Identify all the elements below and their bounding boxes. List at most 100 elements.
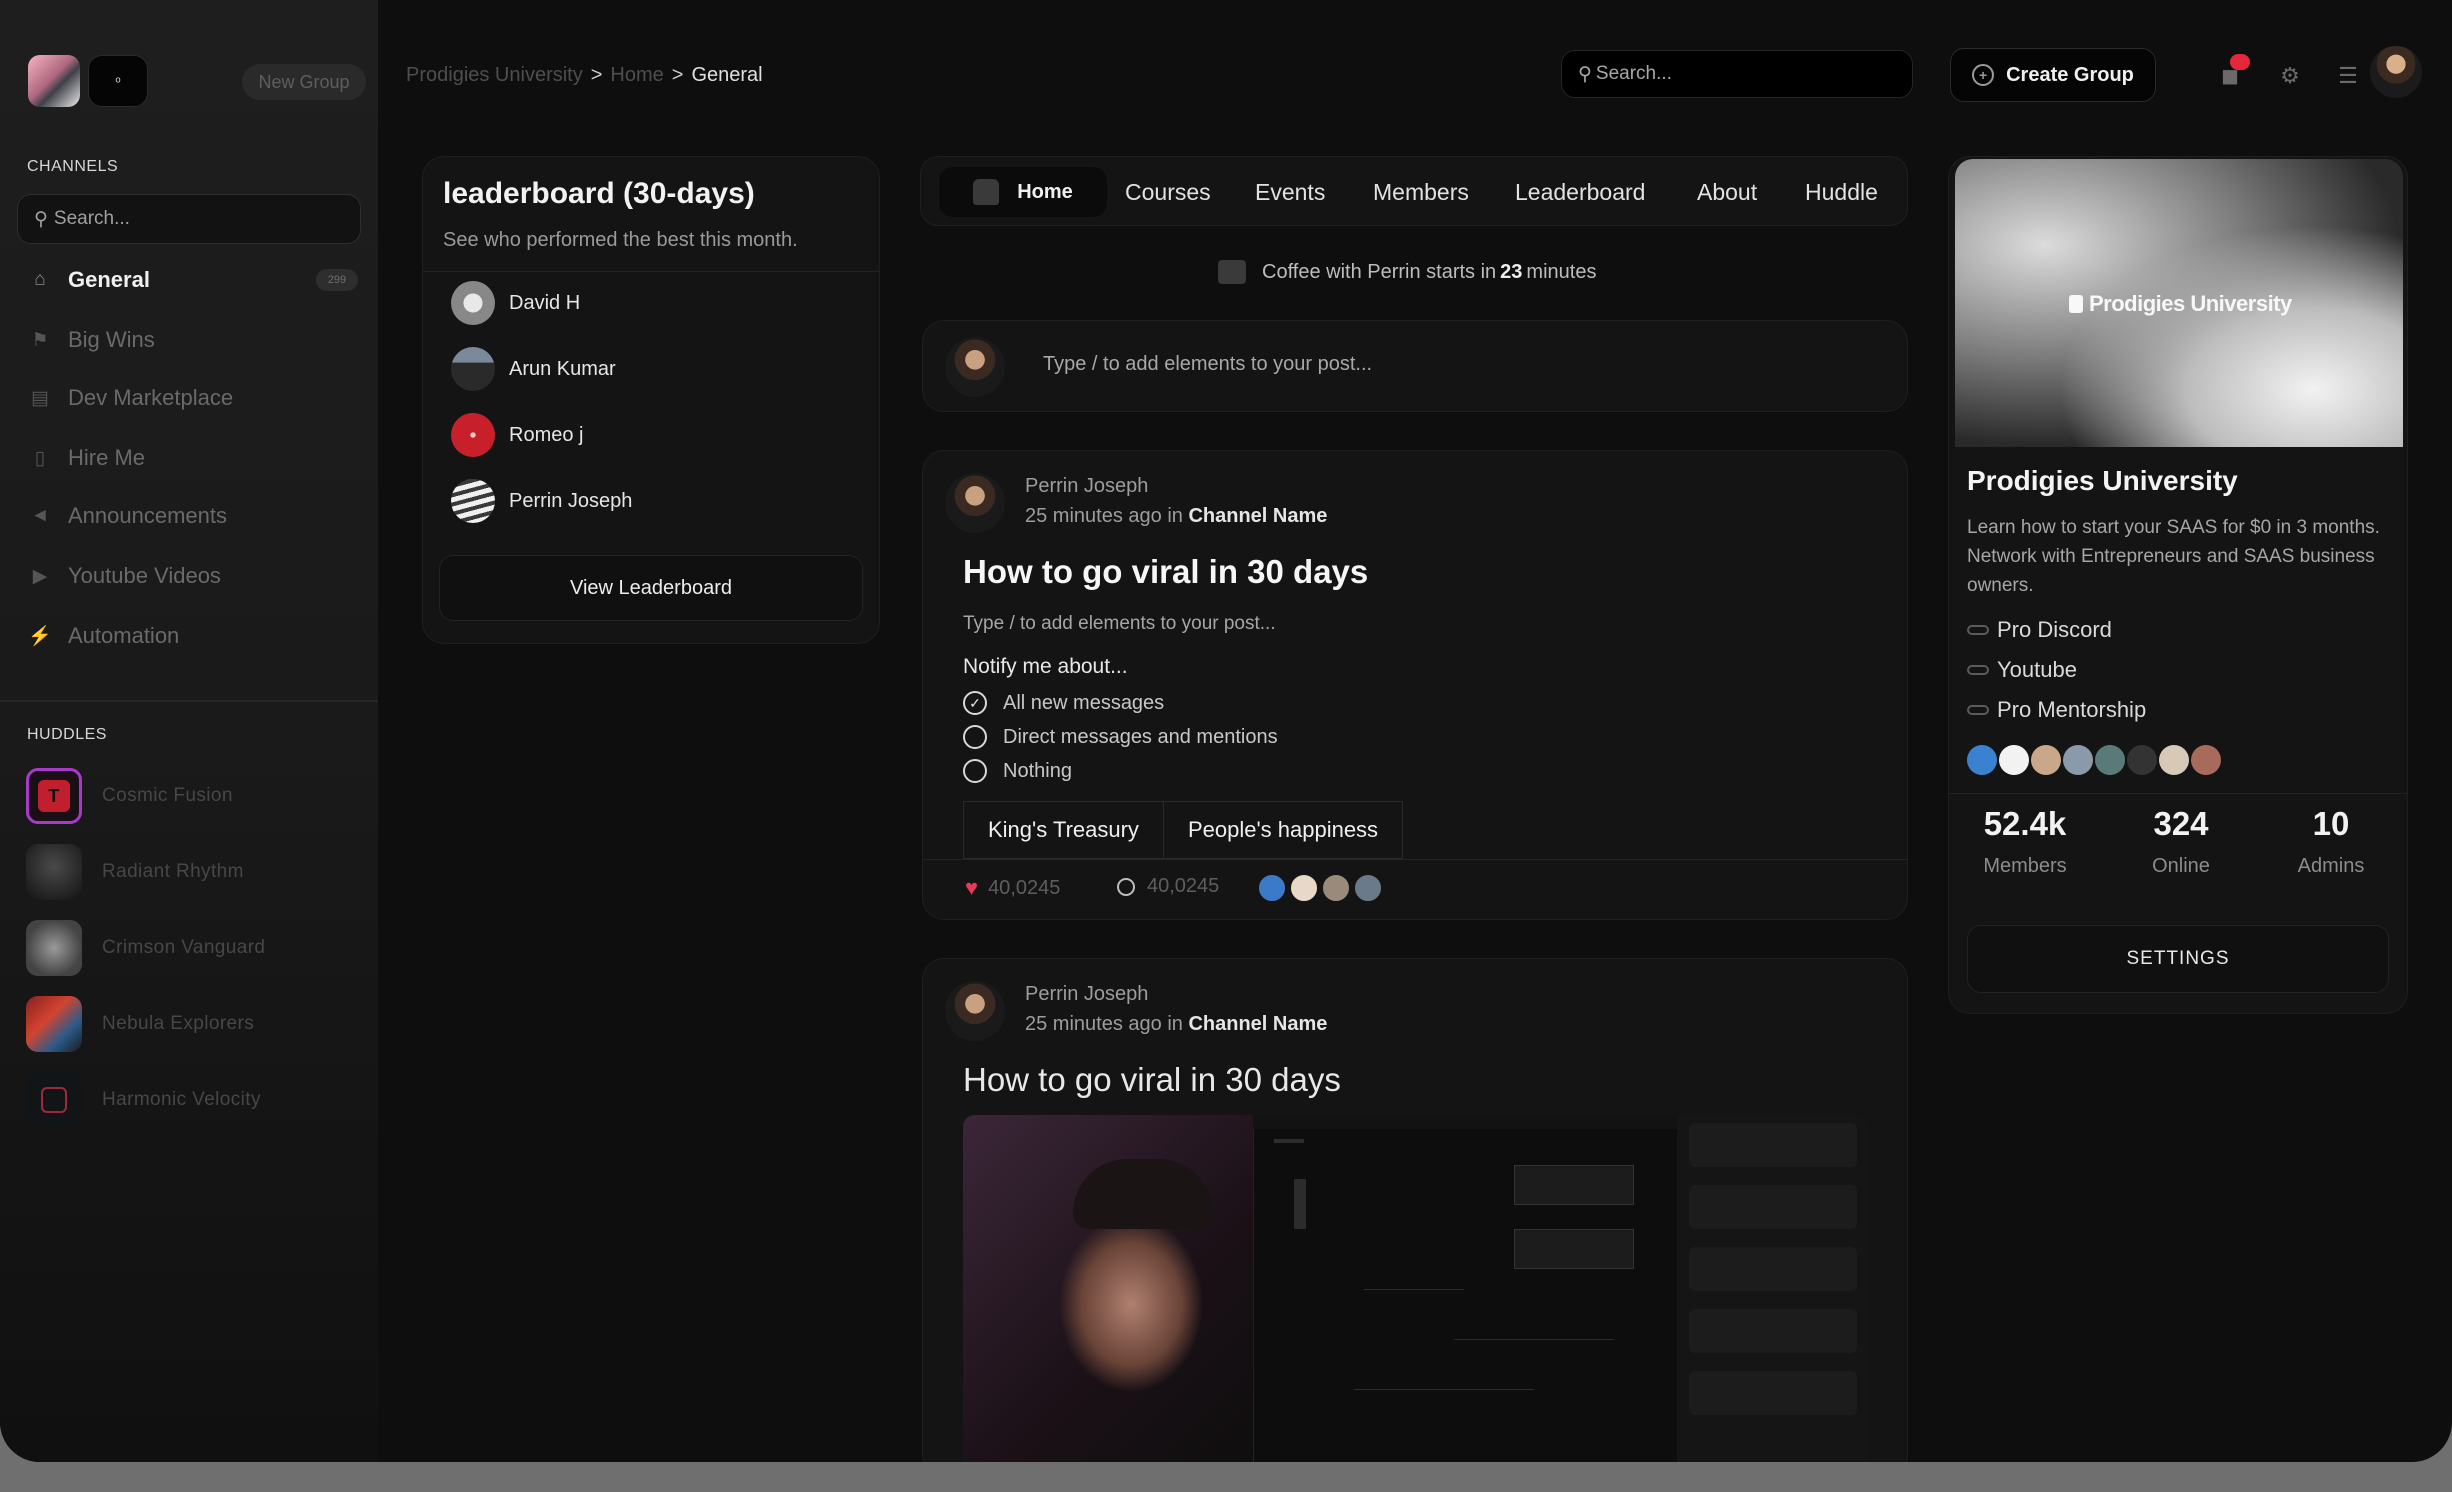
huddle-item-nebula-explorers[interactable]: Nebula Explorers bbox=[26, 994, 366, 1054]
unread-badge: 299 bbox=[316, 269, 358, 291]
huddle-item-cosmic-fusion[interactable]: T Cosmic Fusion bbox=[26, 766, 366, 826]
stat-admins: 10 Admins bbox=[2261, 805, 2401, 878]
notify-option-nothing[interactable]: Nothing bbox=[963, 759, 1072, 783]
post-card: Perrin Joseph 25 minutes ago in Channel … bbox=[922, 450, 1908, 920]
chat-icon[interactable]: ☰ bbox=[2332, 60, 2364, 92]
sidebar-item-hire-me[interactable]: ▯ Hire Me bbox=[26, 436, 366, 480]
sidebar-search[interactable]: ⚲ bbox=[17, 194, 361, 244]
tab-leaderboard[interactable]: Leaderboard bbox=[1515, 157, 1645, 227]
post-time: 25 minutes ago in bbox=[1025, 1013, 1183, 1035]
leaderboard-entry[interactable]: David H bbox=[451, 281, 580, 325]
avatar bbox=[1257, 873, 1287, 903]
leaderboard-entry[interactable]: Arun Kumar bbox=[451, 347, 616, 391]
sidebar-item-big-wins[interactable]: ⚑ Big Wins bbox=[26, 318, 366, 362]
leaderboard-card: leaderboard (30-days) See who performed … bbox=[422, 156, 880, 644]
reactor-avatars[interactable] bbox=[1257, 873, 1417, 903]
post-title[interactable]: How to go viral in 30 days bbox=[963, 1061, 1341, 1099]
huddle-label: Nebula Explorers bbox=[102, 1013, 255, 1034]
sidebar-item-automation[interactable]: ⚡ Automation bbox=[26, 614, 366, 658]
sidebar-search-input[interactable] bbox=[53, 208, 314, 230]
huddle-label: Radiant Rhythm bbox=[102, 861, 244, 882]
post-channel[interactable]: Channel Name bbox=[1188, 505, 1327, 527]
notify-option-all[interactable]: ✓ All new messages bbox=[963, 691, 1164, 715]
avatar bbox=[451, 413, 495, 457]
avatar[interactable] bbox=[945, 473, 1005, 533]
avatar bbox=[2063, 745, 2093, 775]
post-composer[interactable]: Type / to add elements to your post... bbox=[922, 320, 1908, 412]
group-logo[interactable] bbox=[28, 55, 80, 107]
avatar bbox=[1999, 745, 2029, 775]
post-channel[interactable]: Channel Name bbox=[1188, 1013, 1327, 1035]
avatar bbox=[1289, 873, 1319, 903]
post-author[interactable]: Perrin Joseph bbox=[1025, 475, 1148, 498]
tab-courses[interactable]: Courses bbox=[1125, 157, 1211, 227]
sidebar-item-general[interactable]: ⌂ General 299 bbox=[26, 258, 366, 302]
tab-home[interactable]: Home bbox=[939, 167, 1107, 217]
member-avatars[interactable] bbox=[1967, 745, 2223, 775]
composer-placeholder[interactable]: Type / to add elements to your post... bbox=[1043, 353, 1372, 376]
post-title[interactable]: How to go viral in 30 days bbox=[963, 553, 1368, 591]
leaderboard-entry[interactable]: Perrin Joseph bbox=[451, 479, 632, 523]
stat-value: 52.4k bbox=[1983, 805, 2067, 842]
search-icon: ⚲ bbox=[1578, 63, 1592, 85]
breadcrumb-item[interactable]: Prodigies University bbox=[406, 64, 583, 86]
huddle-item-radiant-rhythm[interactable]: Radiant Rhythm bbox=[26, 842, 366, 902]
huddle-label: Cosmic Fusion bbox=[102, 785, 233, 806]
event-banner[interactable]: Coffee with Perrin starts in 23 minutes bbox=[1218, 260, 1596, 284]
youtube-icon: ▶ bbox=[32, 565, 48, 587]
breadcrumb-item[interactable]: Home bbox=[610, 64, 663, 86]
user-avatar[interactable] bbox=[2370, 46, 2422, 98]
sidebar-item-youtube-videos[interactable]: ▶ Youtube Videos bbox=[26, 554, 366, 598]
settings-button[interactable]: SETTINGS bbox=[1967, 925, 2389, 993]
sidebar-item-label: Automation bbox=[68, 623, 180, 648]
huddle-item-harmonic-velocity[interactable]: Harmonic Velocity bbox=[26, 1070, 366, 1130]
sidebar-item-label: Youtube Videos bbox=[68, 563, 221, 588]
link-pro-discord[interactable]: Pro Discord bbox=[1967, 617, 2112, 643]
sidebar-item-label: General bbox=[68, 267, 150, 292]
like-button[interactable]: ♥ 40,0245 bbox=[965, 875, 1060, 901]
tab-huddle[interactable]: Huddle bbox=[1805, 157, 1878, 227]
link-label: Youtube bbox=[1997, 657, 2077, 682]
bell-icon[interactable]: ◼ bbox=[2214, 54, 2250, 92]
create-group-button[interactable]: + Create Group bbox=[1950, 48, 2156, 102]
post-author[interactable]: Perrin Joseph bbox=[1025, 983, 1148, 1006]
post-media-image[interactable] bbox=[963, 1115, 1869, 1462]
panel-row bbox=[1689, 1247, 1857, 1291]
sidebar-item-announcements[interactable]: ◄ Announcements bbox=[26, 494, 366, 538]
switch-group-button[interactable]: ᵒ bbox=[88, 55, 148, 107]
link-pro-mentorship[interactable]: Pro Mentorship bbox=[1967, 697, 2146, 723]
sidebar-item-label: Hire Me bbox=[68, 445, 146, 470]
ui-node bbox=[1514, 1229, 1634, 1269]
avatar[interactable] bbox=[945, 981, 1005, 1041]
global-search[interactable]: ⚲ bbox=[1561, 50, 1913, 98]
notification-dot bbox=[2230, 54, 2250, 70]
notify-option-direct[interactable]: Direct messages and mentions bbox=[963, 725, 1278, 749]
comment-button[interactable]: 40,0245 bbox=[1117, 875, 1219, 898]
post-card: Perrin Joseph 25 minutes ago in Channel … bbox=[922, 958, 1908, 1462]
sidebar-item-dev-marketplace[interactable]: ▤ Dev Marketplace bbox=[26, 376, 366, 420]
segment-peoples-happiness[interactable]: People's happiness bbox=[1162, 802, 1402, 858]
panel-row bbox=[1689, 1371, 1857, 1415]
group-name: Prodigies University bbox=[1967, 465, 2238, 496]
tab-events[interactable]: Events bbox=[1255, 157, 1325, 227]
new-group-button[interactable]: New Group bbox=[242, 64, 366, 100]
tab-members[interactable]: Members bbox=[1373, 157, 1469, 227]
link-icon bbox=[1967, 625, 1989, 635]
global-search-input[interactable] bbox=[1595, 63, 1896, 85]
trophy-icon: ⚑ bbox=[31, 329, 49, 351]
link-youtube[interactable]: Youtube bbox=[1967, 657, 2077, 683]
huddle-item-crimson-vanguard[interactable]: Crimson Vanguard bbox=[26, 918, 366, 978]
segment-kings-treasury[interactable]: King's Treasury bbox=[964, 802, 1163, 858]
bolt-icon: ⚡ bbox=[28, 626, 52, 647]
leaderboard-entry[interactable]: Romeo j bbox=[451, 413, 583, 457]
view-leaderboard-button[interactable]: View Leaderboard bbox=[439, 555, 863, 621]
sidebar-item-label: Announcements bbox=[68, 503, 227, 528]
tab-about[interactable]: About bbox=[1697, 157, 1757, 227]
gear-icon[interactable]: ⚙ bbox=[2274, 60, 2306, 92]
breadcrumb-separator: > bbox=[590, 64, 603, 86]
comment-count: 40,0245 bbox=[1147, 875, 1220, 897]
stat-members: 52.4k Members bbox=[1955, 805, 2095, 878]
group-info-card: Prodigies University Prodigies Universit… bbox=[1948, 156, 2408, 1014]
ui-line bbox=[1274, 1139, 1304, 1143]
huddle-label: Harmonic Velocity bbox=[102, 1089, 261, 1110]
